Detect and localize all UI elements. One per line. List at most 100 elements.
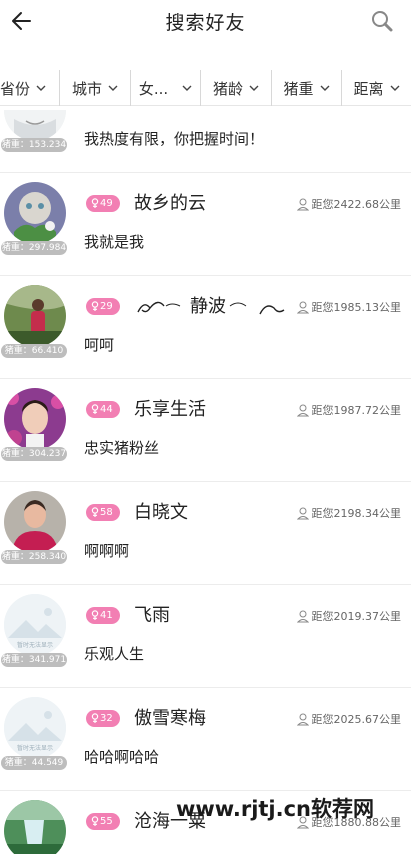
- distance: 距您2198.34公里: [296, 505, 402, 521]
- list-item[interactable]: 暂时无法显示 猪重：341.971 41 飞雨 距您2019.37公里 乐观人生: [0, 585, 411, 688]
- name-ornament-left: [137, 301, 181, 313]
- person-pin-icon: [296, 404, 309, 416]
- avatar: [4, 800, 66, 854]
- distance-text: 距您2025.67公里: [311, 713, 402, 726]
- filter-label: 女...: [138, 79, 169, 98]
- filter-label: 城市: [71, 79, 102, 98]
- weight-pill: 猪重：66.410: [1, 344, 67, 358]
- female-icon: [91, 301, 99, 311]
- list-item[interactable]: 暂时无法显示 猪重：44.549 32 傲雪寒梅 距您2025.67公里 哈哈啊…: [0, 688, 411, 791]
- age-value: 58: [100, 507, 113, 518]
- weight-pill: 猪重：258.340: [1, 550, 67, 564]
- weight-pill: 猪重：153.234: [1, 138, 67, 152]
- weight-pill: 猪重：304.237: [1, 447, 67, 461]
- signature: 啊啊啊: [84, 542, 130, 560]
- user-name: 乐享生活: [134, 399, 206, 420]
- signature: 我热度有限，你把握时间！: [84, 130, 265, 148]
- filter-label: 猪龄: [212, 79, 243, 98]
- filter-label: 距离: [353, 79, 384, 98]
- distance: 距您2422.68公里: [296, 196, 401, 212]
- female-icon: [91, 816, 99, 826]
- distance-text: 距您1985.13公里: [311, 301, 402, 314]
- person-pin-icon: [296, 610, 309, 622]
- avatar: [4, 110, 66, 141]
- filter-gender[interactable]: 女...: [131, 70, 201, 106]
- user-name: 傲雪寒梅: [134, 708, 206, 729]
- user-name: 飞雨: [134, 605, 170, 626]
- age-value: 49: [100, 198, 113, 209]
- person-pin-icon: [296, 507, 309, 519]
- placeholder-caption: 暂时无法显示: [16, 642, 53, 649]
- age-value: 55: [100, 816, 113, 827]
- weight-pill: 猪重：297.984: [1, 241, 67, 255]
- female-icon: [91, 507, 99, 517]
- female-icon: [91, 198, 99, 208]
- filter-label: 省份: [0, 79, 31, 98]
- age-badge: 55: [86, 813, 120, 830]
- filter-province[interactable]: 省份: [0, 70, 60, 106]
- avatar: [4, 182, 66, 244]
- age-badge: 41: [86, 607, 120, 624]
- female-icon: [91, 713, 99, 723]
- distance: 距您2025.67公里: [296, 711, 402, 727]
- female-icon: [91, 610, 99, 620]
- list-item[interactable]: 猪重：258.340 58 白晓文 距您2198.34公里 啊啊啊: [0, 482, 411, 585]
- chevron-down-icon: [390, 85, 399, 91]
- weight-pill: 猪重：341.971: [1, 653, 67, 667]
- avatar-placeholder: 暂时无法显示: [4, 697, 66, 759]
- person-pin-icon: [296, 301, 309, 313]
- page-title: 搜索好友: [165, 12, 246, 34]
- user-list: 猪重：153.234 我热度有限，你把握时间！ 猪重：297.984 49 故乡…: [0, 110, 411, 854]
- age-badge: 49: [86, 195, 120, 212]
- list-item[interactable]: 猪重：153.234 我热度有限，你把握时间！: [0, 110, 411, 173]
- female-icon: [91, 404, 99, 414]
- signature: 我就是我: [84, 233, 145, 251]
- list-item[interactable]: 猪重：66.410 29 静波 距您1985.13公里 呵呵: [0, 276, 411, 379]
- distance: 距您1985.13公里: [296, 299, 402, 315]
- name-ornament-right: [229, 302, 285, 315]
- filter-city[interactable]: 城市: [60, 70, 131, 106]
- age-badge: 32: [86, 710, 120, 727]
- chevron-down-icon: [182, 85, 192, 91]
- list-item[interactable]: 猪重：297.984 49 故乡的云 距您2422.68公里 我就是我: [0, 173, 411, 276]
- age-value: 29: [100, 301, 113, 312]
- chevron-down-icon: [36, 85, 46, 91]
- chevron-down-icon: [108, 85, 118, 91]
- user-name: 故乡的云: [134, 193, 206, 214]
- age-value: 44: [100, 404, 113, 415]
- person-pin-icon: [296, 713, 309, 725]
- distance-text: 距您1987.72公里: [311, 404, 402, 417]
- site-watermark: www.rjtj.cn软荐网: [176, 797, 375, 821]
- top-bar: 搜索好友: [0, 0, 411, 62]
- avatar: [4, 285, 66, 347]
- user-name: 白晓文: [134, 502, 188, 523]
- signature: 乐观人生: [84, 645, 145, 663]
- age-value: 32: [100, 713, 113, 724]
- filter-age[interactable]: 猪龄: [201, 70, 272, 106]
- distance-text: 距您2019.37公里: [311, 610, 402, 623]
- filter-label: 猪重: [283, 79, 314, 98]
- age-value: 41: [100, 610, 113, 621]
- distance: 距您1987.72公里: [296, 402, 402, 418]
- chevron-down-icon: [249, 85, 259, 91]
- weight-pill: 猪重：44.549: [1, 756, 67, 770]
- signature: 哈哈啊哈哈: [84, 748, 160, 766]
- search-icon[interactable]: [369, 8, 395, 34]
- filter-distance[interactable]: 距离: [342, 70, 411, 106]
- avatar: [4, 388, 66, 450]
- placeholder-caption: 暂时无法显示: [16, 745, 53, 752]
- distance: 距您2019.37公里: [296, 608, 402, 624]
- filter-bar: 省份 城市 女... 猪龄 猪重 距离: [0, 70, 411, 106]
- signature: 忠实猪粉丝: [84, 439, 160, 457]
- distance-text: 距您2198.34公里: [311, 507, 402, 520]
- signature: 呵呵: [84, 336, 115, 354]
- filter-weight[interactable]: 猪重: [272, 70, 342, 106]
- avatar-placeholder: 暂时无法显示: [4, 594, 66, 656]
- age-badge: 29: [86, 298, 120, 315]
- list-item[interactable]: 猪重：304.237 44 乐享生活 距您1987.72公里 忠实猪粉丝: [0, 379, 411, 482]
- age-badge: 58: [86, 504, 120, 521]
- age-badge: 44: [86, 401, 120, 418]
- user-name: 静波: [190, 296, 226, 317]
- person-pin-icon: [296, 198, 309, 210]
- chevron-down-icon: [320, 85, 329, 91]
